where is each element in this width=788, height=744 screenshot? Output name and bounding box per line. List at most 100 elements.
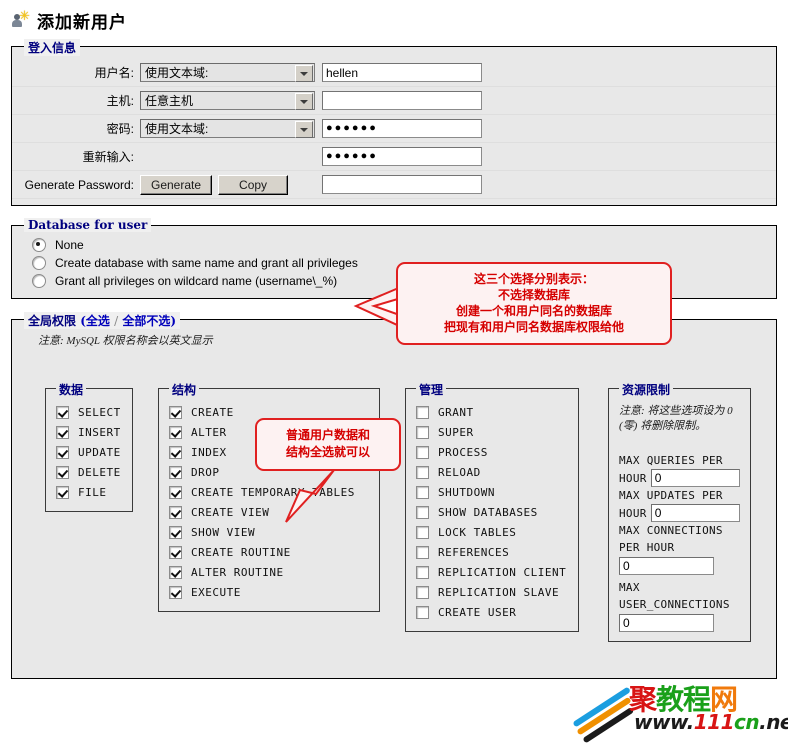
priv-callout-line-1: 普通用户数据和 (285, 428, 370, 442)
checkbox-icon[interactable] (169, 465, 182, 479)
privilege-super[interactable]: SUPER (416, 422, 568, 442)
max-queries-per-hour-input[interactable]: 0 (650, 469, 740, 487)
checkbox-icon[interactable] (169, 405, 182, 419)
checkbox-icon[interactable] (169, 565, 182, 579)
db-callout-line-2: 不选择数据库 (497, 288, 570, 302)
watermark-stroke-blue (572, 686, 631, 728)
privilege-reload[interactable]: RELOAD (416, 462, 568, 482)
copy-button[interactable]: Copy (218, 174, 289, 195)
checkbox-icon[interactable] (416, 485, 429, 499)
watermark-url-4: .net (759, 710, 788, 734)
checkbox-icon[interactable] (416, 405, 429, 419)
radio-icon[interactable] (32, 237, 46, 252)
watermark-stroke-orange (576, 696, 632, 736)
db-option-none[interactable]: None (12, 236, 776, 253)
host-mode-select[interactable]: 任意主机 (140, 91, 315, 110)
privilege-label: DROP (191, 465, 220, 479)
checkbox-icon[interactable] (169, 485, 182, 499)
global-privileges-legend: 全局权限 (全选 / 全部不选) (24, 312, 180, 329)
privilege-file[interactable]: FILE (56, 482, 122, 502)
watermark-name-1: 聚 (629, 683, 657, 716)
privilege-shutdown[interactable]: SHUTDOWN (416, 482, 568, 502)
db-callout: 这三个选择分别表示： 不选择数据库 创建一个和用户同名的数据库 把现有和用户同名… (396, 262, 672, 345)
checkbox-icon[interactable] (169, 425, 182, 439)
chevron-down-icon[interactable] (295, 65, 313, 82)
password-confirm-input[interactable]: ●●●●●● (322, 147, 482, 166)
checkbox-icon[interactable] (56, 485, 69, 499)
privilege-label: EXECUTE (191, 585, 241, 599)
checkbox-icon[interactable] (416, 505, 429, 519)
checkbox-icon[interactable] (169, 445, 182, 459)
privilege-replication-client[interactable]: REPLICATION CLIENT (416, 562, 568, 582)
privilege-box-data-legend: 数据 (56, 381, 87, 398)
checkbox-icon[interactable] (416, 585, 429, 599)
privilege-label: LOCK TABLES (438, 525, 517, 539)
username-input[interactable]: hellen (322, 63, 482, 82)
username-label: 用户名: (94, 66, 134, 80)
username-row: 用户名: 使用文本域: hellen (12, 59, 776, 87)
password-mode-select[interactable]: 使用文本域: (140, 119, 315, 138)
checkbox-icon[interactable] (56, 425, 69, 439)
add-user-icon: ✳ (12, 9, 30, 29)
privilege-lock-tables[interactable]: LOCK TABLES (416, 522, 568, 542)
generate-button[interactable]: Generate (140, 174, 213, 195)
chevron-down-icon[interactable] (295, 93, 313, 110)
deselect-all-link[interactable]: 全部不选) (122, 314, 176, 328)
privilege-label: CREATE USER (438, 605, 517, 619)
generate-password-label: Generate Password: (24, 177, 134, 192)
checkbox-icon[interactable] (416, 545, 429, 559)
privilege-create-user[interactable]: CREATE USER (416, 602, 568, 622)
chevron-down-icon[interactable] (295, 121, 313, 138)
host-input[interactable] (322, 91, 482, 110)
privilege-alter-routine[interactable]: ALTER ROUTINE (169, 562, 369, 582)
privilege-create-routine[interactable]: CREATE ROUTINE (169, 542, 369, 562)
privilege-label: SHUTDOWN (438, 485, 495, 499)
max-user-connections-input[interactable]: 0 (619, 614, 714, 632)
checkbox-icon[interactable] (416, 565, 429, 579)
radio-icon[interactable] (32, 273, 46, 288)
privilege-show-databases[interactable]: SHOW DATABASES (416, 502, 568, 522)
db-callout-line-3: 创建一个和用户同名的数据库 (455, 304, 612, 318)
max-updates-per-hour-input[interactable]: 0 (650, 504, 740, 522)
global-privileges-panel: 全局权限 (全选 / 全部不选) 注意: MySQL 权限名称会以英文显示 数据… (11, 312, 777, 679)
privilege-label: SHOW DATABASES (438, 505, 538, 519)
checkbox-icon[interactable] (416, 605, 429, 619)
privilege-replication-slave[interactable]: REPLICATION SLAVE (416, 582, 568, 602)
privilege-label: SUPER (438, 425, 474, 439)
db-option-none-label: None (55, 237, 84, 252)
checkbox-icon[interactable] (56, 445, 69, 459)
privilege-box-administration: 管理 GRANT SUPER PROCESS RELOAD SHUTDOWN S… (405, 381, 579, 632)
privilege-update[interactable]: UPDATE (56, 442, 122, 462)
checkbox-icon[interactable] (416, 525, 429, 539)
privilege-execute[interactable]: EXECUTE (169, 582, 369, 602)
checkbox-icon[interactable] (169, 525, 182, 539)
username-mode-select-value: 使用文本域: (145, 66, 209, 80)
password-confirm-label: 重新输入: (82, 150, 134, 164)
generated-password-output[interactable] (322, 175, 482, 194)
checkbox-icon[interactable] (56, 465, 69, 479)
checkbox-icon[interactable] (416, 445, 429, 459)
password-input[interactable]: ●●●●●● (322, 119, 482, 138)
username-mode-select[interactable]: 使用文本域: (140, 63, 315, 82)
checkbox-icon[interactable] (416, 425, 429, 439)
watermark-name-2: 教程 (656, 683, 711, 716)
checkbox-icon[interactable] (169, 505, 182, 519)
radio-icon[interactable] (32, 255, 46, 270)
checkbox-icon[interactable] (169, 585, 182, 599)
login-information-panel: 登入信息 用户名: 使用文本域: hellen 主机: 任意主机 密码: 使用文… (11, 39, 777, 206)
privilege-select[interactable]: SELECT (56, 402, 122, 422)
privilege-references[interactable]: REFERENCES (416, 542, 568, 562)
privilege-process[interactable]: PROCESS (416, 442, 568, 462)
privilege-insert[interactable]: INSERT (56, 422, 122, 442)
checkbox-icon[interactable] (416, 465, 429, 479)
watermark-name-3: 网 (710, 683, 738, 716)
privilege-grant[interactable]: GRANT (416, 402, 568, 422)
checkbox-icon[interactable] (169, 545, 182, 559)
privilege-delete[interactable]: DELETE (56, 462, 122, 482)
max-connections-per-hour-input[interactable]: 0 (619, 557, 714, 575)
select-all-link[interactable]: (全选 (80, 314, 110, 328)
max-connections-per-hour-label-2: PER HOUR (619, 541, 675, 554)
max-connections-per-hour-label-1: MAX CONNECTIONS (619, 524, 723, 537)
checkbox-icon[interactable] (56, 405, 69, 419)
privilege-label: INSERT (78, 425, 121, 439)
